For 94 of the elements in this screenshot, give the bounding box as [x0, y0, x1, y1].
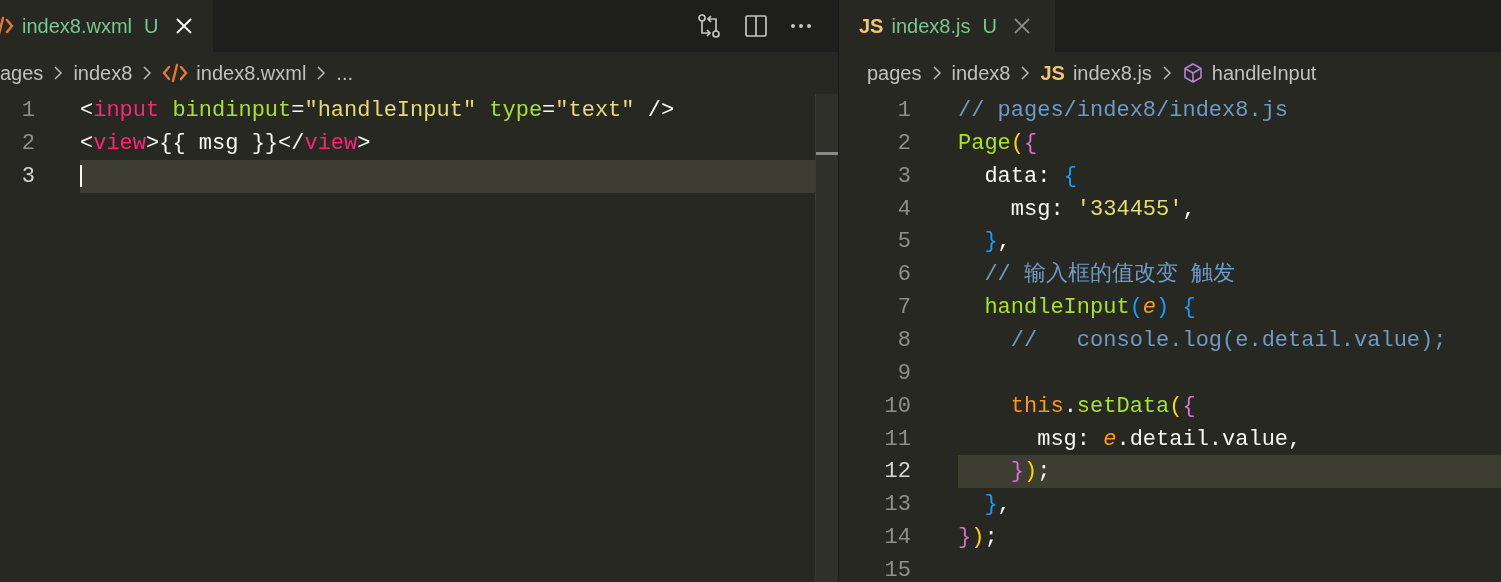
- line-number: 12: [883, 458, 911, 487]
- code-token: ,: [997, 228, 1011, 257]
- line-number: 5: [896, 228, 911, 257]
- code-token: setData: [1076, 392, 1170, 421]
- line-number: 14: [883, 524, 911, 553]
- scrollbar[interactable]: [815, 94, 838, 582]
- code-token: handleInput: [983, 294, 1130, 323]
- code-token: type: [488, 96, 543, 125]
- code-token: }: [983, 228, 998, 257]
- code-token: ;: [984, 524, 998, 553]
- code-token: }: [1009, 458, 1024, 487]
- code-token: "text": [555, 96, 635, 125]
- breadcrumb-item[interactable]: index8.wxml: [196, 58, 307, 88]
- code-token: e: [1103, 425, 1117, 454]
- line-number: 4: [896, 195, 911, 224]
- code-token: ,: [1182, 195, 1196, 224]
- code-token: msg:: [1009, 195, 1065, 224]
- chevron-icon: [53, 65, 64, 81]
- code-token: }: [958, 524, 972, 553]
- code-token: (: [1010, 129, 1024, 158]
- code-token: "handleInput": [304, 96, 477, 125]
- line-number: 13: [883, 491, 911, 520]
- more-icon[interactable]: [790, 23, 812, 29]
- line-number: 7: [896, 294, 911, 323]
- line-number: 6: [896, 261, 911, 290]
- code-token: (: [1169, 392, 1183, 421]
- code-token: <: [80, 96, 94, 125]
- breadcrumb-item[interactable]: handleInput: [1211, 58, 1317, 88]
- code-token: (: [1129, 294, 1143, 323]
- chevron-icon: [931, 65, 942, 81]
- tab-label: index8.wxml: [22, 14, 133, 39]
- chevron-icon: [316, 65, 327, 81]
- js-file-icon: JS: [1040, 58, 1065, 88]
- breadcrumb-item[interactable]: index8: [951, 58, 1011, 88]
- code-token: />: [646, 96, 675, 125]
- code-token: .detail.value,: [1116, 425, 1302, 454]
- code-token: msg:: [1036, 425, 1092, 454]
- code-token: data:: [983, 162, 1052, 191]
- chevron-icon: [1161, 65, 1172, 81]
- compare-changes-icon[interactable]: [696, 13, 722, 39]
- line-number: 2: [896, 129, 911, 158]
- editor-tab[interactable]: index8.wxml U: [0, 0, 213, 52]
- code-token: =: [542, 96, 556, 125]
- line-number: 2: [20, 129, 35, 158]
- line-number: 10: [883, 392, 911, 421]
- code-token: ): [1024, 458, 1038, 487]
- code-token: >{{ msg }}</: [146, 129, 305, 158]
- editor-tab[interactable]: JS index8.js U: [839, 0, 1055, 52]
- chevron-icon: [1020, 65, 1031, 81]
- code-token: ): [971, 524, 985, 553]
- code-token: view: [93, 129, 146, 158]
- code-token: {: [1182, 392, 1196, 421]
- code-token: <: [80, 129, 94, 158]
- code-token: this: [1009, 392, 1064, 421]
- code-token: {: [1024, 129, 1038, 158]
- untracked-status: U: [144, 14, 159, 39]
- js-file-icon: JS: [859, 11, 884, 41]
- chevron-icon: [142, 65, 153, 81]
- line-number: 3: [20, 162, 35, 191]
- code-token: =: [291, 96, 305, 125]
- line-number: 1: [20, 96, 35, 125]
- code-token: input: [93, 96, 160, 125]
- breadcrumb-item[interactable]: index8.js: [1072, 58, 1152, 88]
- line-number: 3: [896, 162, 911, 191]
- line-number: 11: [883, 425, 911, 454]
- code-icon: [162, 63, 189, 83]
- code-token: .: [1063, 392, 1077, 421]
- code-token: }: [983, 491, 998, 520]
- code-token: // pages/index8/index8.js: [958, 96, 1289, 125]
- breadcrumb-item[interactable]: ...: [336, 58, 354, 88]
- code-token: >: [357, 129, 371, 158]
- code-token: {: [1063, 162, 1077, 191]
- line-number: 9: [896, 359, 911, 388]
- cube-icon: [1181, 62, 1204, 84]
- split-editor-icon[interactable]: [744, 14, 768, 38]
- code-token: view: [304, 129, 358, 158]
- code-token: {: [1181, 294, 1196, 323]
- line-number: 1: [896, 96, 911, 125]
- code-token: // 输入框的值改变 触发: [983, 260, 1236, 290]
- line-number: 8: [896, 326, 911, 355]
- untracked-status: U: [982, 14, 997, 39]
- breadcrumb-item[interactable]: index8: [73, 58, 133, 88]
- code-token: '334455': [1076, 195, 1183, 224]
- tab-label: index8.js: [891, 14, 971, 39]
- line-number: 15: [883, 556, 911, 582]
- code-token: ;: [1037, 458, 1051, 487]
- code-token: ): [1156, 294, 1170, 323]
- breadcrumb-item[interactable]: ages: [0, 58, 44, 88]
- code-token: Page: [958, 129, 1011, 158]
- breadcrumb-item[interactable]: pages: [867, 58, 922, 88]
- code-token: // console.log(e.detail.value);: [1009, 326, 1447, 355]
- code-token: ,: [997, 491, 1011, 520]
- code-token: e: [1142, 294, 1157, 323]
- code-token: bindinput: [171, 96, 292, 125]
